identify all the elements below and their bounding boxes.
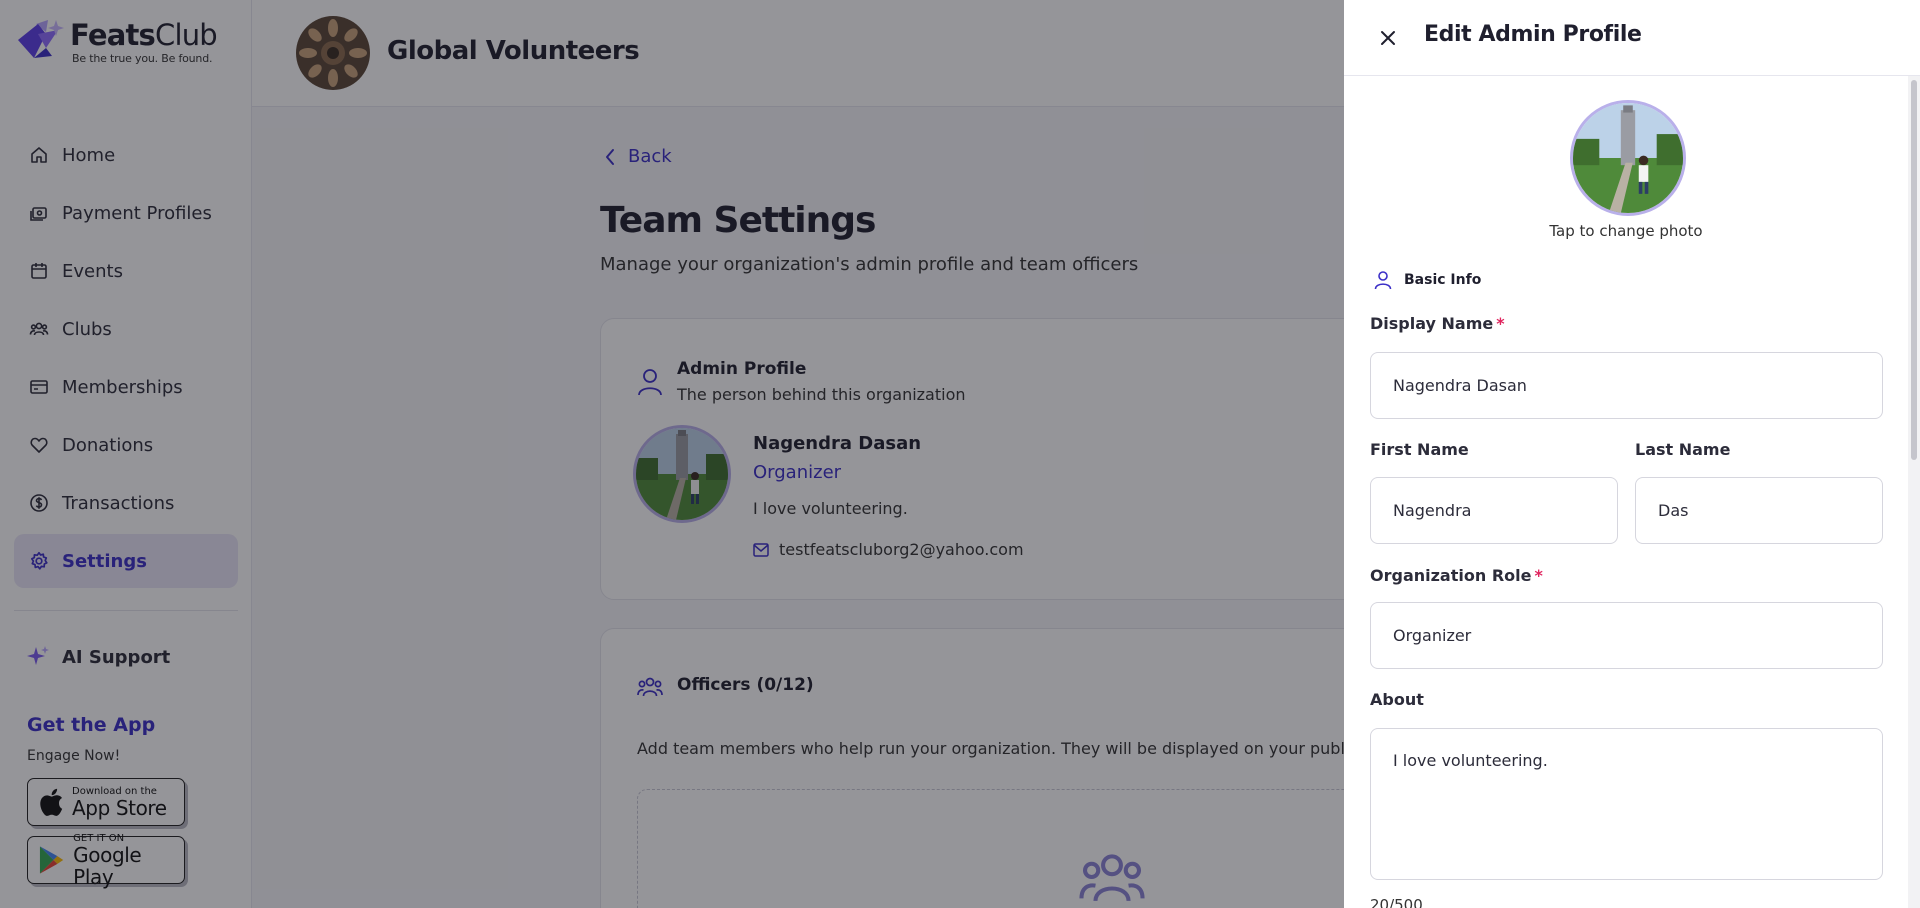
about-textarea[interactable]: I love volunteering. <box>1370 728 1883 880</box>
close-icon <box>1381 31 1395 45</box>
section-title: Basic Info <box>1404 272 1482 288</box>
user-icon <box>1374 271 1392 290</box>
org-role-input[interactable] <box>1370 602 1883 669</box>
close-button[interactable] <box>1374 24 1402 52</box>
org-role-label: Organization Role * <box>1370 566 1543 585</box>
photo-caption: Tap to change photo <box>1549 222 1703 240</box>
last-name-label: Last Name <box>1635 440 1731 459</box>
display-name-input[interactable] <box>1370 352 1883 419</box>
display-name-label: Display Name * <box>1370 314 1505 333</box>
drawer-header: Edit Admin Profile <box>1344 0 1920 76</box>
basic-info-section: Basic Info <box>1374 270 1481 290</box>
profile-photo-picker[interactable] <box>1570 100 1686 216</box>
edit-admin-profile-drawer: Edit Admin Profile Tap to change photo B… <box>1344 0 1920 908</box>
about-label: About <box>1370 690 1424 709</box>
about-char-counter: 20/500 <box>1370 896 1423 908</box>
drawer-scrollbar-thumb[interactable] <box>1911 80 1917 460</box>
last-name-input[interactable] <box>1635 477 1883 544</box>
drawer-title: Edit Admin Profile <box>1424 22 1642 47</box>
first-name-label: First Name <box>1370 440 1469 459</box>
first-name-input[interactable] <box>1370 477 1618 544</box>
